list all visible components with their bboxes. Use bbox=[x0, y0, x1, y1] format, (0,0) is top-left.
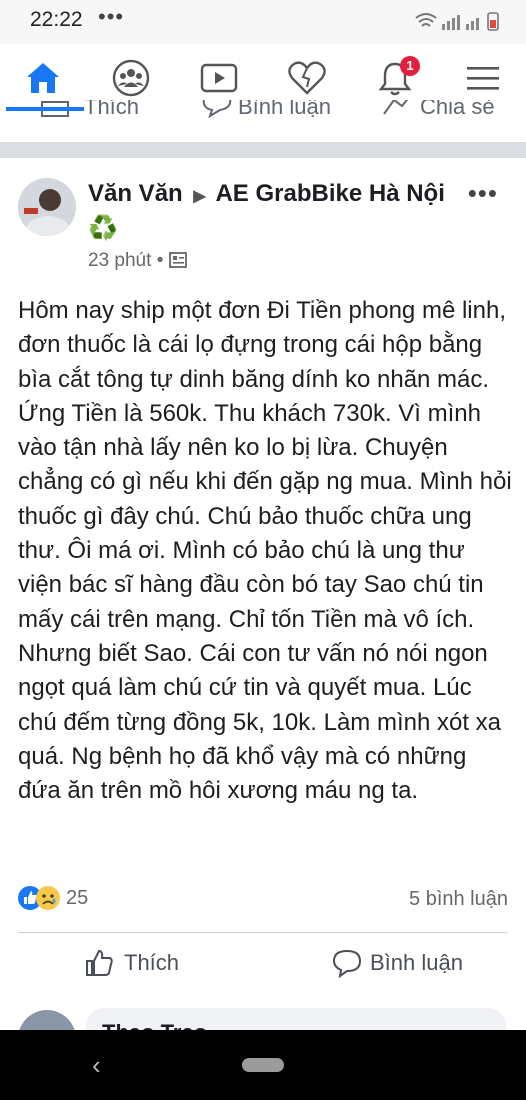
comment-count[interactable]: 5 bình luận bbox=[409, 888, 508, 911]
arrow-right-icon: ▶ bbox=[193, 188, 206, 205]
group-privacy-icon bbox=[168, 250, 187, 271]
post-time[interactable]: 23 phút bbox=[88, 250, 151, 271]
status-dots: ••• bbox=[98, 4, 125, 29]
home-pill[interactable] bbox=[242, 1058, 284, 1072]
system-nav-bar: ‹ bbox=[0, 1030, 526, 1100]
back-icon[interactable]: ‹ bbox=[92, 1050, 101, 1081]
groups-icon bbox=[112, 59, 150, 97]
signal-icon-2 bbox=[466, 18, 479, 30]
feed-divider bbox=[0, 142, 526, 158]
notification-badge: 1 bbox=[400, 56, 420, 76]
comment-label: Bình luận bbox=[370, 950, 463, 975]
menu-icon bbox=[467, 67, 499, 90]
signal-icon bbox=[442, 15, 460, 30]
prev-like-icon bbox=[40, 100, 70, 124]
post-meta: 23 phút • bbox=[88, 250, 187, 272]
prev-like-label[interactable]: Thích bbox=[84, 100, 139, 120]
status-icons bbox=[414, 10, 504, 37]
prev-comment-icon bbox=[202, 100, 232, 124]
commenter-name: Thao Trao bbox=[102, 1020, 207, 1030]
status-time: 22:22 bbox=[30, 8, 83, 31]
battery-icon bbox=[487, 12, 499, 31]
nav-active-indicator bbox=[6, 107, 84, 111]
comment-button[interactable]: Bình luận bbox=[332, 948, 463, 978]
post-body: Hôm nay ship một đơn Đi Tiền phong mê li… bbox=[18, 297, 512, 805]
sad-reaction-icon bbox=[36, 886, 60, 910]
action-divider bbox=[18, 932, 508, 933]
post-header: Văn Văn ▶ AE GrabBike Hà Nội ♻️ bbox=[88, 178, 448, 245]
dating-icon bbox=[288, 61, 326, 95]
watch-icon bbox=[200, 63, 238, 93]
feed-post: Văn Văn ▶ AE GrabBike Hà Nội ♻️ 23 phút … bbox=[0, 158, 526, 1028]
prev-comment-label[interactable]: Bình luận bbox=[238, 100, 331, 120]
dot-separator: • bbox=[156, 250, 169, 271]
next-comment-preview: Thao Trao bbox=[0, 1000, 526, 1030]
thumbs-up-icon bbox=[86, 949, 113, 976]
prev-share-icon bbox=[382, 100, 412, 124]
reaction-summary[interactable]: 25 bbox=[18, 886, 88, 910]
author-avatar[interactable] bbox=[18, 178, 76, 236]
comment-bubble[interactable]: Thao Trao bbox=[86, 1008, 506, 1030]
author-name[interactable]: Văn Văn bbox=[88, 180, 183, 207]
status-bar: 22:22 ••• bbox=[0, 0, 526, 44]
prev-share-label[interactable]: Chia sẻ bbox=[420, 100, 495, 120]
wifi-icon bbox=[415, 13, 437, 27]
home-icon bbox=[27, 63, 59, 93]
previous-post-actions: Thích Bình luận Chia sẻ bbox=[0, 100, 526, 124]
reaction-count: 25 bbox=[66, 886, 89, 909]
more-options-icon[interactable]: ••• bbox=[468, 178, 498, 209]
like-label: Thích bbox=[124, 950, 180, 975]
commenter-avatar[interactable] bbox=[18, 1010, 76, 1030]
like-button[interactable]: Thích bbox=[84, 948, 179, 978]
comment-icon bbox=[332, 949, 362, 978]
